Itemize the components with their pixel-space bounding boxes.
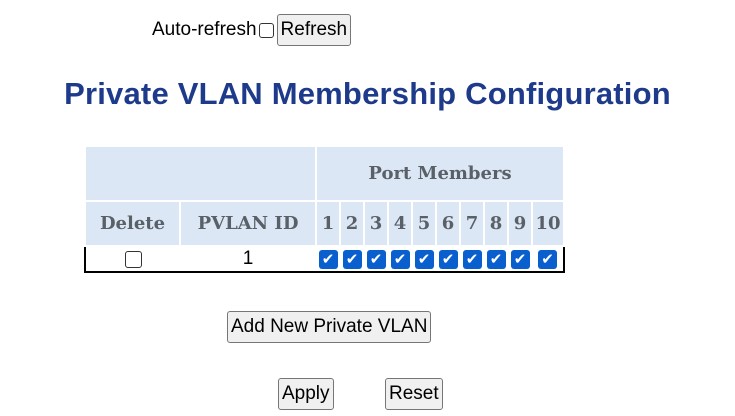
port-member-cell: ✔: [412, 246, 436, 272]
port-member-cell: ✔: [436, 246, 460, 272]
auto-refresh-checkbox[interactable]: [258, 22, 274, 38]
port-column-header: 7: [459, 200, 485, 247]
pvlan-id-value: 1: [180, 246, 316, 272]
port-member-cell: ✔: [388, 246, 412, 272]
port-member-cell: ✔: [340, 246, 364, 272]
pvlan-id-column-header: PVLAN ID: [179, 200, 317, 247]
port-member-checkbox[interactable]: ✔: [366, 250, 386, 269]
port-column-header: 2: [339, 200, 365, 247]
port-member-cell: ✔: [532, 246, 564, 272]
port-members-header: Port Members: [315, 145, 565, 202]
port-column-header: 10: [531, 200, 565, 247]
port-column-header: 8: [483, 200, 509, 247]
delete-column-header: Delete: [84, 200, 181, 247]
empty-header-cell: [84, 145, 317, 202]
auto-refresh-label: Auto-refresh: [152, 19, 257, 40]
port-member-cell: ✔: [316, 246, 340, 272]
port-member-checkbox[interactable]: ✔: [438, 250, 458, 269]
port-column-header: 4: [387, 200, 413, 247]
port-member-checkbox[interactable]: ✔: [538, 250, 557, 269]
port-member-checkbox[interactable]: ✔: [318, 250, 338, 269]
port-member-cell: ✔: [508, 246, 532, 272]
port-member-checkbox[interactable]: ✔: [390, 250, 410, 269]
refresh-button[interactable]: Refresh: [276, 14, 352, 46]
delete-checkbox[interactable]: [124, 251, 142, 268]
port-member-cell: ✔: [364, 246, 388, 272]
port-member-checkbox[interactable]: ✔: [462, 250, 482, 269]
reset-button[interactable]: Reset: [385, 378, 443, 410]
apply-button[interactable]: Apply: [278, 378, 334, 410]
page-title: Private VLAN Membership Configuration: [64, 76, 671, 111]
port-member-checkbox[interactable]: ✔: [510, 250, 530, 269]
add-new-private-vlan-button[interactable]: Add New Private VLAN: [227, 311, 432, 343]
port-column-header: 5: [411, 200, 437, 247]
pvlan-membership-table: Port Members Delete PVLAN ID 1 2 3 4 5 6 7 8 9 10…: [84, 145, 565, 273]
delete-cell: [85, 246, 180, 272]
table-row: 1 ✔ ✔ ✔ ✔ ✔ ✔ ✔ ✔ ✔ ✔: [85, 246, 564, 272]
port-column-header: 6: [435, 200, 461, 247]
port-column-header: 3: [363, 200, 389, 247]
port-column-header: 9: [507, 200, 533, 247]
port-member-cell: ✔: [460, 246, 484, 272]
port-member-cell: ✔: [484, 246, 508, 272]
auto-refresh-bar: Auto-refresh Refresh: [152, 14, 352, 46]
port-member-checkbox[interactable]: ✔: [342, 250, 362, 269]
port-member-checkbox[interactable]: ✔: [486, 250, 506, 269]
port-column-header: 1: [315, 200, 341, 247]
port-member-checkbox[interactable]: ✔: [414, 250, 434, 269]
